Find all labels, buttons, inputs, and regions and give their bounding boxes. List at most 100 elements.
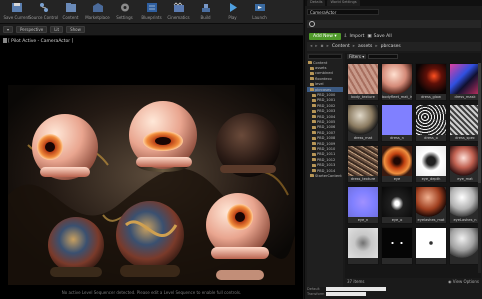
show-button[interactable]: Show	[66, 26, 85, 33]
asset-label: eye_mat	[457, 177, 473, 181]
unreal-logo-icon	[309, 21, 315, 27]
filters-label: Filters	[349, 54, 361, 59]
settings-button[interactable]: Settings	[111, 0, 138, 23]
forward-arrow-icon[interactable]: ▸	[315, 44, 317, 49]
asset-label: eyelashes_mat	[417, 218, 445, 222]
folder-label: PBD_1003	[317, 109, 336, 114]
add-new-label: Add New	[313, 33, 333, 39]
breadcrumb-content[interactable]: Content	[332, 44, 350, 49]
view-options-button[interactable]: ◉ View Options	[448, 279, 479, 284]
asset-label	[416, 258, 446, 264]
folder-tree-item[interactable]: StarterContent	[307, 173, 343, 178]
tab-details[interactable]: Details	[307, 0, 326, 6]
asset-label: dress_mat	[353, 136, 373, 140]
detail-field[interactable]	[326, 286, 386, 291]
scroll-thumb[interactable]	[478, 63, 481, 183]
import-label: Import	[349, 33, 365, 39]
detail-row: Transform	[307, 291, 481, 296]
asset-search-input[interactable]	[368, 54, 399, 59]
asset-tile[interactable]: eye_mat	[449, 145, 481, 183]
detail-field[interactable]	[326, 291, 366, 296]
detail-label: Transform	[307, 291, 325, 296]
asset-tile[interactable]	[381, 227, 413, 265]
level-viewport[interactable]	[0, 36, 303, 299]
tab-world-settings[interactable]: World Settings	[327, 0, 360, 6]
blueprints-button[interactable]: Blueprints	[138, 0, 165, 23]
play-button[interactable]: Play	[219, 0, 246, 23]
toolbar-button-label: Save Current	[3, 15, 30, 20]
lit-button[interactable]: Lit	[50, 26, 64, 33]
folder-label: PBD_1010	[317, 146, 336, 151]
asset-thumbnail	[348, 64, 378, 94]
asset-tile[interactable]: eyelashes_mat	[415, 186, 447, 224]
asset-tile[interactable]	[347, 227, 379, 265]
folder-label: PBD_1008	[317, 136, 336, 141]
folder-icon	[310, 77, 314, 81]
asset-thumbnail	[416, 64, 446, 94]
breadcrumb-assets[interactable]: assets	[358, 44, 372, 49]
asset-label: dress_mask	[454, 95, 476, 99]
blueprints-icon	[145, 2, 158, 13]
build-button[interactable]: Build	[192, 0, 219, 23]
source-control-icon	[37, 2, 50, 13]
folder-icon	[312, 98, 316, 102]
asset-tile[interactable]: dress_o	[415, 104, 447, 142]
save-all-label: Save All	[373, 33, 392, 39]
toolbar-button-label: Launch	[252, 15, 267, 20]
asset-scrollbar[interactable]	[478, 63, 481, 273]
viewport-menu-button[interactable]: ▾	[3, 26, 14, 33]
import-button[interactable]: ⇩ Import	[344, 34, 365, 39]
save-button[interactable]: Save Current	[3, 0, 30, 23]
asset-tile[interactable]: eye_depth	[415, 145, 447, 183]
folder-label: pbrcases	[315, 87, 332, 92]
details-search-input[interactable]: CameraActor	[307, 9, 379, 15]
asset-tile[interactable]: eye_o	[381, 186, 413, 224]
content-status-bar: 37 items ◉ View Options	[345, 278, 481, 284]
folder-label: PBD_1004	[317, 114, 336, 119]
asset-thumbnail	[450, 228, 480, 258]
folder-icon	[312, 163, 316, 167]
folder-icon	[312, 120, 316, 124]
asset-thumbnail	[348, 187, 378, 217]
asset-tile[interactable]: dress_glow	[415, 63, 447, 101]
filters-button[interactable]: Filters ▾	[347, 54, 367, 59]
save-all-button[interactable]: ▣ Save All	[367, 34, 391, 39]
asset-tile[interactable]: eyeLashes_n	[449, 186, 481, 224]
launch-button[interactable]: Launch	[246, 0, 273, 23]
asset-tile[interactable]: dress_n	[381, 104, 413, 142]
asset-grid: body_texture bodyfleet_mat_inst dress_glow…	[347, 63, 481, 265]
back-arrow-icon[interactable]: ◂	[310, 44, 312, 49]
breadcrumb-pbrcases[interactable]: pbrcases	[381, 44, 401, 49]
asset-tile[interactable]	[449, 227, 481, 265]
right-panel: Details World Settings CameraActor Add N…	[304, 0, 482, 299]
eject-pilot-icon[interactable]	[3, 38, 7, 43]
toolbar-button-label: Source Control	[28, 15, 59, 20]
asset-tile[interactable]: dress_spec	[449, 104, 481, 142]
perspective-button[interactable]: Perspective	[16, 26, 48, 33]
marketplace-button[interactable]: Marketplace	[84, 0, 111, 23]
folder-search-input[interactable]	[308, 54, 342, 59]
asset-tile[interactable]	[415, 227, 447, 265]
item-count: 37 items	[347, 278, 365, 284]
asset-tile[interactable]: dress_mask	[449, 63, 481, 101]
asset-tile[interactable]: dress_texture	[347, 145, 379, 183]
asset-label: eye	[393, 177, 401, 181]
save-icon: ▣	[367, 33, 372, 39]
asset-tile[interactable]: dress_mat	[347, 104, 379, 142]
pilot-label: [ Pilot Active - CameraActor ]	[8, 39, 74, 44]
asset-thumbnail	[382, 146, 412, 176]
sequencer-message: No active Level Sequencer detected. Plea…	[61, 290, 242, 295]
asset-tile[interactable]: body_texture	[347, 63, 379, 101]
source-control-button[interactable]: Source Control	[28, 0, 59, 23]
cinematics-button[interactable]: Cinematics	[165, 0, 192, 23]
asset-tile[interactable]: eye	[381, 145, 413, 183]
add-new-button[interactable]: Add New ▾	[309, 32, 341, 40]
viewport-toolbar: ▾ Perspective Lit Show	[0, 24, 303, 36]
play-icon	[226, 2, 239, 13]
asset-tile[interactable]: bodyfleet_mat_inst	[381, 63, 413, 101]
asset-thumbnail	[450, 146, 480, 176]
toolbar-button-label: Settings	[116, 15, 133, 20]
asset-thumbnail	[450, 105, 480, 135]
asset-tile[interactable]: eye_n	[347, 186, 379, 224]
content-button[interactable]: Content	[57, 0, 84, 23]
